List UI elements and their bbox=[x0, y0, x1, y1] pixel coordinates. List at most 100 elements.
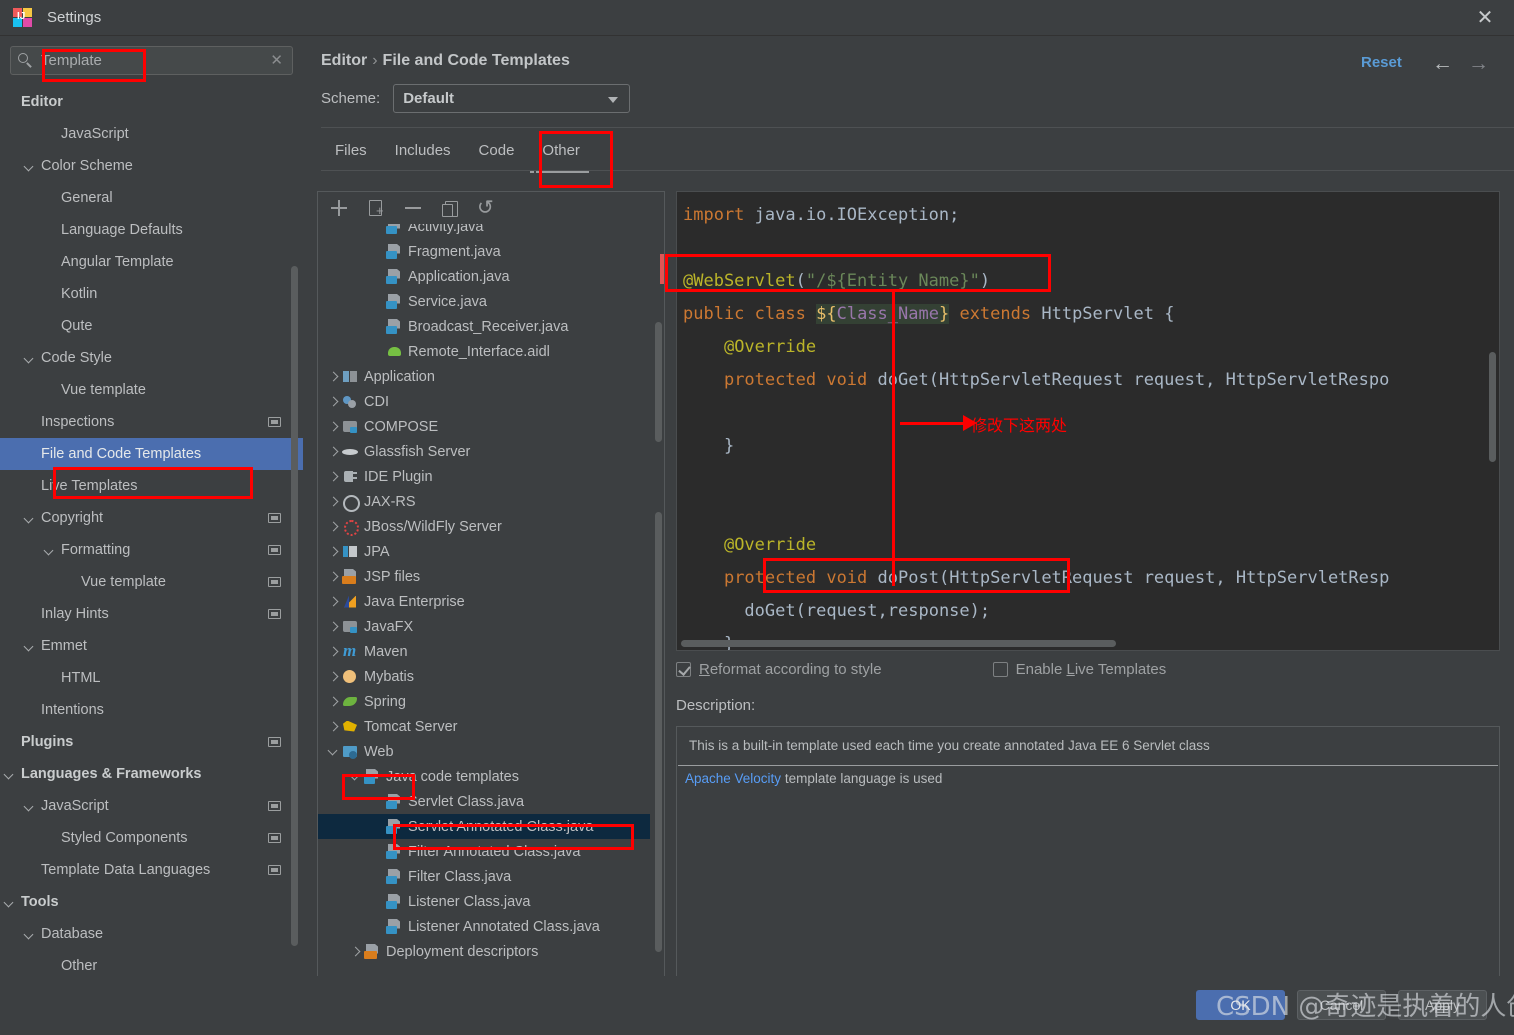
close-icon[interactable]: ✕ bbox=[1474, 8, 1496, 30]
sidebar-item-tools[interactable]: Tools bbox=[0, 886, 303, 918]
chevron-down-icon[interactable] bbox=[350, 770, 364, 784]
chevron-right-icon[interactable] bbox=[328, 595, 342, 609]
cancel-button[interactable]: Cancel bbox=[1297, 990, 1386, 1020]
template-tree-item[interactable]: IDE Plugin bbox=[318, 464, 650, 489]
tab-other[interactable]: Other bbox=[528, 134, 594, 173]
chevron-right-icon[interactable] bbox=[328, 645, 342, 659]
sidebar-item-javascript[interactable]: JavaScript bbox=[0, 118, 303, 150]
template-tabs[interactable]: Files Includes Code Other bbox=[321, 134, 594, 173]
template-tree-item[interactable]: JAX-RS bbox=[318, 489, 650, 514]
template-tree-item[interactable]: Java Enterprise bbox=[318, 589, 650, 614]
sidebar-item-database[interactable]: Database bbox=[0, 918, 303, 950]
template-scrollbar-top[interactable] bbox=[655, 322, 662, 442]
tab-files[interactable]: Files bbox=[321, 134, 381, 167]
template-tree-item[interactable]: Fragment.java bbox=[318, 239, 650, 264]
chevron-right-icon[interactable] bbox=[328, 420, 342, 434]
template-tree-item[interactable]: Activity.java bbox=[318, 224, 650, 239]
sidebar-item-qute[interactable]: Qute bbox=[0, 310, 303, 342]
template-tree-item[interactable]: CDI bbox=[318, 389, 650, 414]
chevron-down-icon[interactable] bbox=[24, 641, 35, 652]
template-scrollbar[interactable] bbox=[655, 512, 662, 952]
template-list-scroll[interactable]: Activity.java Fragment.java Application.ja… bbox=[318, 224, 664, 998]
reset-button[interactable]: Reset bbox=[1361, 54, 1402, 71]
template-tree-item[interactable]: Deployment descriptors bbox=[318, 939, 650, 964]
chevron-down-icon[interactable] bbox=[328, 745, 342, 759]
sidebar-item-styled-components[interactable]: Styled Components bbox=[0, 822, 303, 854]
tab-code[interactable]: Code bbox=[465, 134, 529, 167]
sidebar-item-javascript[interactable]: JavaScript bbox=[0, 790, 303, 822]
template-tree-item[interactable]: Maven bbox=[318, 639, 650, 664]
reformat-checkbox[interactable]: Reformat according to style bbox=[676, 661, 882, 678]
sidebar-item-code-style[interactable]: Code Style bbox=[0, 342, 303, 374]
template-tree-item[interactable]: Tomcat Server bbox=[318, 714, 650, 739]
sidebar-item-language-defaults[interactable]: Language Defaults bbox=[0, 214, 303, 246]
chevron-right-icon[interactable] bbox=[328, 470, 342, 484]
sidebar-item-plugins[interactable]: Plugins bbox=[0, 726, 303, 758]
sidebar-item-vue-template[interactable]: Vue template bbox=[0, 374, 303, 406]
sidebar-item-intentions[interactable]: Intentions bbox=[0, 694, 303, 726]
sidebar-item-editor[interactable]: Editor bbox=[0, 86, 303, 118]
copy-template-icon[interactable] bbox=[366, 198, 386, 218]
chevron-right-icon[interactable] bbox=[328, 570, 342, 584]
template-tree-item[interactable]: JSP files bbox=[318, 564, 650, 589]
template-tree-item[interactable]: Application bbox=[318, 364, 650, 389]
clear-icon[interactable]: ✕ bbox=[270, 51, 283, 69]
editor-horizontal-scrollbar[interactable] bbox=[681, 640, 1116, 647]
chevron-down-icon[interactable] bbox=[24, 929, 35, 940]
sidebar-item-kotlin[interactable]: Kotlin bbox=[0, 278, 303, 310]
ok-button[interactable]: OK bbox=[1196, 990, 1285, 1020]
template-tree-item[interactable]: JavaFX bbox=[318, 614, 650, 639]
template-tree-item[interactable]: Java code templates bbox=[318, 764, 650, 789]
sidebar-item-color-scheme[interactable]: Color Scheme bbox=[0, 150, 303, 182]
sidebar-item-formatting[interactable]: Formatting bbox=[0, 534, 303, 566]
template-tree-item[interactable]: Service.java bbox=[318, 289, 650, 314]
template-tree-item[interactable]: Filter Annotated Class.java bbox=[318, 839, 650, 864]
breadcrumb-parent[interactable]: Editor bbox=[321, 52, 367, 69]
sidebar-item-copyright[interactable]: Copyright bbox=[0, 502, 303, 534]
undo-icon[interactable] bbox=[477, 195, 497, 220]
template-tree-item[interactable]: Remote_Interface.aidl bbox=[318, 339, 650, 364]
template-tree-item[interactable]: COMPOSE bbox=[318, 414, 650, 439]
sidebar-item-file-and-code-templates[interactable]: File and Code Templates bbox=[0, 438, 303, 470]
tab-includes[interactable]: Includes bbox=[381, 134, 465, 167]
sidebar-item-other[interactable]: Other bbox=[0, 950, 303, 976]
back-arrow-icon[interactable]: ← bbox=[1432, 52, 1453, 76]
chevron-right-icon[interactable] bbox=[328, 670, 342, 684]
minus-icon[interactable] bbox=[403, 198, 423, 218]
sidebar-item-general[interactable]: General bbox=[0, 182, 303, 214]
template-tree-item[interactable]: Glassfish Server bbox=[318, 439, 650, 464]
duplicate-icon[interactable] bbox=[440, 198, 460, 218]
chevron-right-icon[interactable] bbox=[328, 620, 342, 634]
sidebar-item-live-templates[interactable]: Live Templates bbox=[0, 470, 303, 502]
template-code-editor[interactable]: import java.io.IOException; @WebServlet(… bbox=[676, 191, 1500, 651]
template-tree-item[interactable]: Mybatis bbox=[318, 664, 650, 689]
apache-velocity-link[interactable]: Apache Velocity bbox=[685, 771, 781, 786]
template-tree-item[interactable]: Listener Class.java bbox=[318, 889, 650, 914]
chevron-down-icon[interactable] bbox=[4, 769, 15, 780]
chevron-right-icon[interactable] bbox=[328, 545, 342, 559]
chevron-down-icon[interactable] bbox=[24, 161, 35, 172]
template-tree-item[interactable]: Spring bbox=[318, 689, 650, 714]
plus-icon[interactable] bbox=[329, 198, 349, 218]
chevron-down-icon[interactable] bbox=[24, 513, 35, 524]
chevron-right-icon[interactable] bbox=[328, 520, 342, 534]
sidebar-item-html[interactable]: HTML bbox=[0, 662, 303, 694]
sidebar-item-emmet[interactable]: Emmet bbox=[0, 630, 303, 662]
sidebar-item-template-data-languages[interactable]: Template Data Languages bbox=[0, 854, 303, 886]
chevron-right-icon[interactable] bbox=[328, 445, 342, 459]
template-tree-item[interactable]: Servlet Annotated Class.java bbox=[318, 814, 650, 839]
template-tree-item[interactable]: Filter Class.java bbox=[318, 864, 650, 889]
template-tree-item[interactable]: Listener Annotated Class.java bbox=[318, 914, 650, 939]
sidebar-item-languages-frameworks[interactable]: Languages & Frameworks bbox=[0, 758, 303, 790]
chevron-down-icon[interactable] bbox=[24, 353, 35, 364]
apply-button[interactable]: Apply bbox=[1398, 990, 1487, 1020]
chevron-right-icon[interactable] bbox=[328, 495, 342, 509]
enable-live-templates-checkbox[interactable]: Enable Live Templates bbox=[992, 661, 1166, 678]
scheme-dropdown[interactable]: Default bbox=[393, 84, 631, 113]
template-tree-item[interactable]: Servlet Class.java bbox=[318, 789, 650, 814]
search-input[interactable]: Template ✕ bbox=[10, 46, 293, 75]
chevron-right-icon[interactable] bbox=[328, 370, 342, 384]
template-tree-item[interactable]: JBoss/WildFly Server bbox=[318, 514, 650, 539]
chevron-right-icon[interactable] bbox=[328, 720, 342, 734]
forward-arrow-icon[interactable]: → bbox=[1468, 52, 1489, 76]
